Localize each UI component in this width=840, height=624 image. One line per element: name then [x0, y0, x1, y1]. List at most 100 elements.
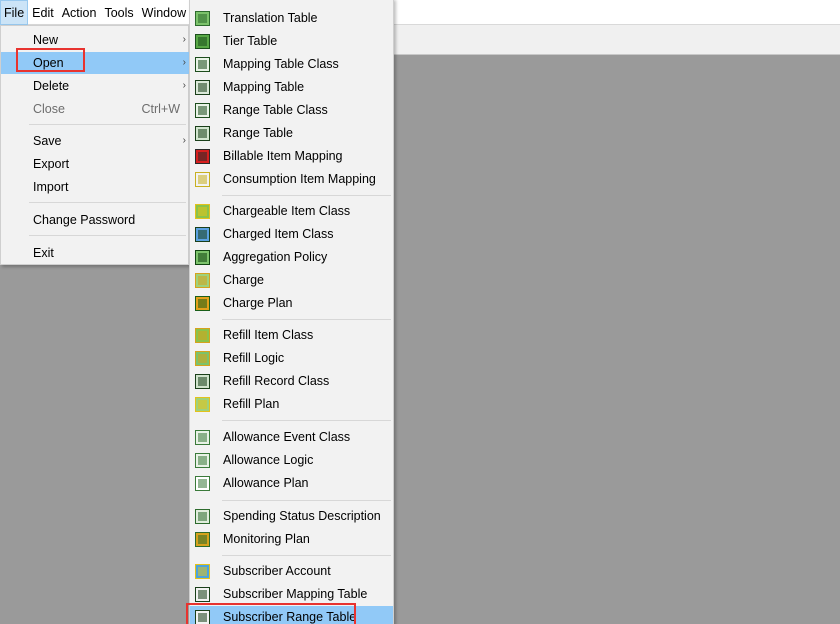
menu-separator	[29, 124, 186, 125]
tier-table-icon	[195, 34, 210, 49]
charge-icon	[195, 273, 210, 288]
menu-item-import[interactable]: Import	[1, 176, 190, 198]
charged-item-class-icon	[195, 227, 210, 242]
menu-item-label: Save	[33, 134, 62, 148]
consumption-item-mapping-icon	[195, 172, 210, 187]
menu-item-label: Refill Plan	[223, 397, 280, 411]
submenu-arrow-icon: ›	[182, 34, 186, 45]
menu-file[interactable]: File	[0, 0, 29, 25]
menu-item-label: Consumption Item Mapping	[223, 172, 376, 186]
shortcut-label: Ctrl+W	[141, 102, 180, 116]
menu-item-refill-item-class[interactable]: Refill Item Class	[190, 324, 393, 347]
menu-item-label: Range Table	[223, 126, 293, 140]
annotation-highlight-subscriber-range-table	[186, 603, 356, 624]
menu-item-label: Close	[33, 102, 65, 116]
menu-item-label: Subscriber Account	[223, 564, 331, 578]
menu-item-aggregation-policy[interactable]: Aggregation Policy	[190, 246, 393, 269]
menu-item-charge-plan[interactable]: Charge Plan	[190, 292, 393, 315]
menu-item-export[interactable]: Export	[1, 153, 190, 175]
refill-item-class-icon	[195, 328, 210, 343]
mapping-table-class-icon	[195, 57, 210, 72]
menu-separator	[29, 235, 186, 236]
monitoring-plan-icon	[195, 532, 210, 547]
open-submenu: Translation Table Tier Table Mapping Table…	[189, 0, 394, 624]
menu-item-label: Tier Table	[223, 34, 278, 48]
menu-item-label: Refill Item Class	[223, 328, 314, 342]
refill-record-class-icon	[195, 374, 210, 389]
menu-item-label: Chargeable Item Class	[223, 204, 351, 218]
annotation-highlight-open	[16, 48, 85, 72]
menu-bar: File Edit Action Tools Window	[0, 0, 840, 25]
menu-item-refill-plan[interactable]: Refill Plan	[190, 393, 393, 416]
menu-item-save[interactable]: Save ›	[1, 130, 190, 152]
menu-item-charged-item-class[interactable]: Charged Item Class	[190, 223, 393, 246]
submenu-arrow-icon: ›	[182, 57, 186, 68]
refill-logic-icon	[195, 351, 210, 366]
menu-item-label: Billable Item Mapping	[223, 149, 343, 163]
menu-item-label: Charged Item Class	[223, 227, 334, 241]
menu-item-label: Subscriber Mapping Table	[223, 587, 368, 601]
menu-item-close[interactable]: Close Ctrl+W	[1, 98, 190, 120]
menu-item-label: Refill Logic	[223, 351, 285, 365]
menu-item-billable-item-mapping[interactable]: Billable Item Mapping	[190, 145, 393, 168]
menu-item-label: Delete	[33, 79, 70, 93]
aggregation-policy-icon	[195, 250, 210, 265]
allowance-event-class-icon	[195, 430, 210, 445]
menu-item-spending-status-description[interactable]: Spending Status Description	[190, 505, 393, 528]
menu-item-label: Monitoring Plan	[223, 532, 310, 546]
menu-separator	[222, 420, 391, 421]
subscriber-account-icon	[195, 564, 210, 579]
menu-item-label: Change Password	[33, 213, 136, 227]
menu-item-mapping-table[interactable]: Mapping Table	[190, 76, 393, 99]
billable-item-mapping-icon	[195, 149, 210, 164]
menu-item-subscriber-account[interactable]: Subscriber Account	[190, 560, 393, 583]
charge-plan-icon	[195, 296, 210, 311]
menu-item-chargeable-item-class[interactable]: Chargeable Item Class	[190, 200, 393, 223]
allowance-plan-icon	[195, 476, 210, 491]
menu-item-delete[interactable]: Delete ›	[1, 75, 190, 97]
refill-plan-icon	[195, 397, 210, 412]
menu-action[interactable]: Action	[58, 0, 101, 25]
menu-item-label: Aggregation Policy	[223, 250, 328, 264]
menu-item-label: Range Table Class	[223, 103, 328, 117]
spending-status-description-icon	[195, 509, 210, 524]
subscriber-mapping-table-icon	[195, 587, 210, 602]
menu-item-refill-logic[interactable]: Refill Logic	[190, 347, 393, 370]
menu-item-tier-table[interactable]: Tier Table	[190, 30, 393, 53]
menu-item-exit[interactable]: Exit	[1, 242, 190, 264]
menu-item-allowance-event-class[interactable]: Allowance Event Class	[190, 426, 393, 449]
menu-item-label: Spending Status Description	[223, 509, 381, 523]
menu-item-label: Allowance Logic	[223, 453, 314, 467]
menu-item-consumption-item-mapping[interactable]: Consumption Item Mapping	[190, 168, 393, 191]
menu-item-range-table[interactable]: Range Table	[190, 122, 393, 145]
menu-item-translation-table[interactable]: Translation Table	[190, 7, 393, 30]
menu-item-label: Allowance Plan	[223, 476, 309, 490]
menu-item-refill-record-class[interactable]: Refill Record Class	[190, 370, 393, 393]
menu-tools[interactable]: Tools	[100, 0, 137, 25]
menu-item-monitoring-plan[interactable]: Monitoring Plan	[190, 528, 393, 551]
range-table-class-icon	[195, 103, 210, 118]
menu-item-label: Export	[33, 157, 70, 171]
menu-separator	[222, 555, 391, 556]
chargeable-item-class-icon	[195, 204, 210, 219]
menu-item-label: New	[33, 33, 59, 47]
menu-separator	[29, 202, 186, 203]
menu-item-range-table-class[interactable]: Range Table Class	[190, 99, 393, 122]
menu-edit[interactable]: Edit	[28, 0, 58, 25]
menu-item-label: Refill Record Class	[223, 374, 330, 388]
submenu-arrow-icon: ›	[182, 135, 186, 146]
menu-item-label: Import	[33, 180, 69, 194]
mapping-table-icon	[195, 80, 210, 95]
submenu-arrow-icon: ›	[182, 80, 186, 91]
menu-item-label: Mapping Table	[223, 80, 305, 94]
menu-item-label: Mapping Table Class	[223, 57, 339, 71]
menu-window[interactable]: Window	[138, 0, 190, 25]
allowance-logic-icon	[195, 453, 210, 468]
menu-item-change-password[interactable]: Change Password	[1, 209, 190, 231]
menu-item-allowance-logic[interactable]: Allowance Logic	[190, 449, 393, 472]
menu-item-charge[interactable]: Charge	[190, 269, 393, 292]
menu-separator	[222, 319, 391, 320]
menu-item-allowance-plan[interactable]: Allowance Plan	[190, 472, 393, 495]
menu-item-mapping-table-class[interactable]: Mapping Table Class	[190, 53, 393, 76]
menu-item-label: Exit	[33, 246, 54, 260]
